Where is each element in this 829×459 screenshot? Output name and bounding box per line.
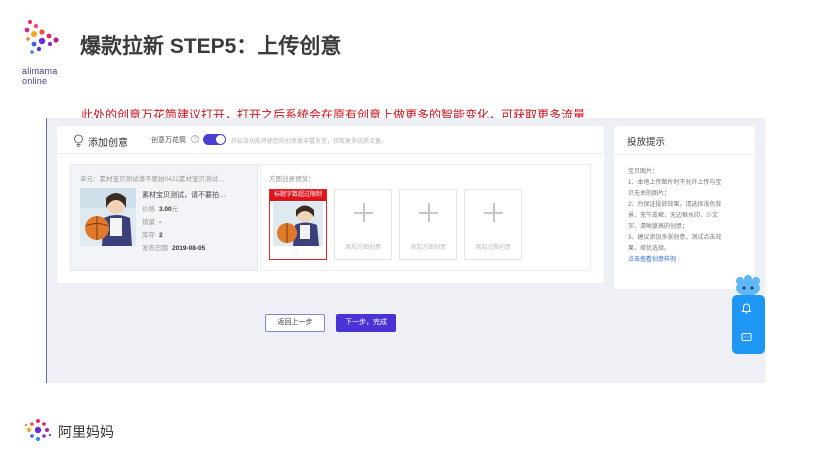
sales-row: 销量 -: [142, 216, 161, 226]
add-creative-label: 添加方图创意: [409, 245, 446, 251]
next-complete-button[interactable]: 下一步，完成: [336, 314, 396, 332]
add-creative-label: 添加方图创意: [344, 245, 381, 251]
tip-line: 果，择优选择。: [628, 246, 671, 252]
chat-icon[interactable]: [741, 332, 752, 343]
date-value: 2019-08-05: [172, 245, 206, 252]
creative-slot-filled[interactable]: 标题字数超过限制 ♡: [269, 189, 327, 260]
bell-icon[interactable]: [741, 303, 752, 314]
footer-logo-text: 阿里妈妈: [58, 424, 114, 440]
brand-line-1: alimama: [22, 66, 58, 76]
add-creative-label: 添加方图创意: [474, 245, 511, 251]
add-square-creative-slot[interactable]: 添加方图创意: [464, 189, 522, 260]
tip-line: 宝贝图片：: [628, 169, 659, 175]
tip-line: 2、为保证投放效果，请选择浅色背: [628, 202, 722, 208]
add-creative-card: 添加创意 创意万花筒 ? 开启该功能将使您的创意更丰富多变，获取更多优质流量。 …: [57, 126, 604, 283]
alimama-footer-logo: [24, 419, 52, 441]
divider: [614, 154, 755, 155]
brand-line-2: online: [22, 76, 48, 86]
stock-value: 2: [159, 232, 163, 239]
add-square-creative-slot[interactable]: 添加方图创意: [399, 189, 457, 260]
add-square-creative-slot[interactable]: 添加方图创意: [334, 189, 392, 260]
tip-line: 1、本地上传图片时不允许上传与宝: [628, 180, 722, 186]
kaleidoscope-label: 创意万花筒: [151, 137, 186, 144]
mascot-icon[interactable]: [734, 275, 762, 297]
plus-icon: [419, 203, 438, 222]
plus-icon: [354, 203, 373, 222]
toggle-hint: 开启该功能将使您的创意更丰富多变，获取更多优质流量。: [231, 139, 388, 145]
lightbulb-icon: [74, 134, 83, 147]
view-examples-link[interactable]: 点击查看创意样例: [628, 255, 750, 266]
product-image: [80, 188, 136, 246]
tip-line: 3、建议添加多张创意，测试点击效: [628, 235, 722, 241]
heart-icon[interactable]: ♡: [294, 250, 300, 257]
unit-line: 单元：素材宝贝测试请不要拍0422素材宝贝测试…: [80, 176, 225, 183]
sales-value: -: [159, 219, 162, 226]
price-row: 价格 3.00元: [142, 203, 178, 213]
price-value: 3.00: [159, 206, 172, 213]
card-title: 添加创意: [88, 138, 128, 149]
stock-row: 库存 2: [142, 229, 163, 239]
plus-icon: [484, 203, 503, 222]
product-info: 单元：素材宝贝测试请不要拍0422素材宝贝测试… 素材宝贝测试，请不要拍… 价格…: [70, 164, 258, 271]
tip-line: 贝无关的图片；: [628, 191, 671, 197]
price-label: 价格: [142, 206, 155, 213]
slide-title: 爆款拉新 STEP5：上传创意: [80, 35, 342, 58]
card-header: 添加创意 创意万花筒 ? 开启该功能将使您的创意更丰富多变，获取更多优质流量。: [57, 126, 604, 154]
back-button[interactable]: 返回上一步: [265, 314, 325, 332]
date-label: 发布日期: [142, 245, 168, 252]
tip-line: 字、清晰度高的创意；: [628, 224, 689, 230]
delivery-tips-card: 投放提示 宝贝图片： 1、本地上传图片时不允许上传与宝 贝无关的图片； 2、为保…: [614, 126, 755, 289]
screenshot-area: 添加创意 创意万花筒 ? 开启该功能将使您的创意更丰富多变，获取更多优质流量。 …: [46, 118, 765, 383]
price-unit: 元: [171, 206, 179, 213]
creative-image: [273, 202, 323, 246]
kaleidoscope-toggle[interactable]: [203, 134, 226, 145]
square-creative-preview: 方图创意预览： 标题字数超过限制 ♡ 添加方图创意 添加方图创意 添加方图创意: [260, 164, 591, 271]
stock-label: 库存: [142, 232, 155, 239]
tips-list: 宝贝图片： 1、本地上传图片时不允许上传与宝 贝无关的图片； 2、为保证投放效果…: [628, 167, 750, 266]
help-icon[interactable]: ?: [191, 135, 199, 143]
preview-title: 方图创意预览：: [269, 176, 315, 183]
date-row: 发布日期 2019-08-05: [142, 242, 205, 252]
brand-wordmark: alimama online: [22, 66, 57, 86]
tip-line: 景、无牛皮癣、无边框水印、少文: [628, 213, 719, 219]
sales-label: 销量: [142, 219, 155, 226]
tips-title: 投放提示: [627, 137, 666, 148]
title-warning-banner: 标题字数超过限制: [270, 190, 326, 201]
product-name: 素材宝贝测试，请不要拍…: [142, 192, 226, 199]
